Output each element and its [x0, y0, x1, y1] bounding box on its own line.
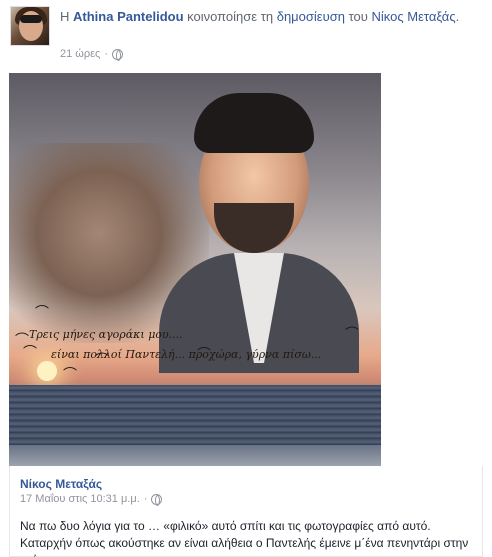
caption-line-2: είναι πολλοί Παντελή... προχώρα, γύρνα π… [51, 348, 322, 361]
original-author-link[interactable]: Νίκος Μεταξάς [372, 9, 456, 24]
shared-photo[interactable]: ⌒ ︵ ⌒ ︵ ⌒ ︵ ⌒ Τρεις μήνες αγοράκι μου...… [9, 73, 381, 466]
verb-prefix: Η [60, 9, 70, 24]
shore [9, 445, 381, 466]
caption-line-1: Τρεις μήνες αγοράκι μου.... [29, 328, 183, 341]
preposition: του [348, 9, 368, 24]
avatar[interactable] [10, 6, 50, 46]
singer-hair [194, 93, 314, 153]
headline-suffix: . [455, 9, 460, 24]
seagull-icon: ⌒ [35, 304, 49, 320]
shared-post-attachment[interactable]: Νίκος Μεταξάς 17 Μαΐου στις 10:31 μ.μ. ·… [9, 466, 483, 557]
post-header: Η Athina Pantelidou κοινοποίησε τη δημοσ… [10, 6, 482, 66]
actor-link[interactable]: Athina Pantelidou [73, 9, 184, 24]
shared-timestamp[interactable]: 17 Μαΐου στις 10:31 μ.μ. [20, 493, 140, 505]
singer-beard [214, 203, 294, 253]
shared-author-link[interactable]: Νίκος Μεταξάς [20, 477, 102, 491]
post-meta: 21 ώρες · [60, 48, 124, 61]
post-timestamp[interactable]: 21 ώρες [60, 48, 100, 60]
verb: κοινοποίησε τη [187, 9, 274, 24]
globe-icon[interactable] [112, 48, 124, 61]
avatar-sunglasses [20, 15, 42, 23]
post-headline: Η Athina Pantelidou κοινοποίησε τη δημοσ… [60, 8, 480, 26]
seagull-icon: ︵ [15, 322, 29, 338]
shared-post-text: Να πω δυο λόγια για το … «φιλικό» αυτό σ… [20, 519, 469, 557]
meta-separator: · [104, 48, 109, 60]
singer-figure [139, 83, 379, 373]
globe-icon[interactable] [151, 493, 163, 506]
photo-caption: Τρεις μήνες αγοράκι μου.... είναι πολλοί… [29, 325, 369, 365]
seagull-icon: ⌒ [63, 366, 77, 382]
post-object-link[interactable]: δημοσίευση [277, 9, 345, 24]
shared-meta: 17 Μαΐου στις 10:31 μ.μ. · [20, 493, 163, 506]
shared-meta-separator: · [143, 493, 148, 505]
